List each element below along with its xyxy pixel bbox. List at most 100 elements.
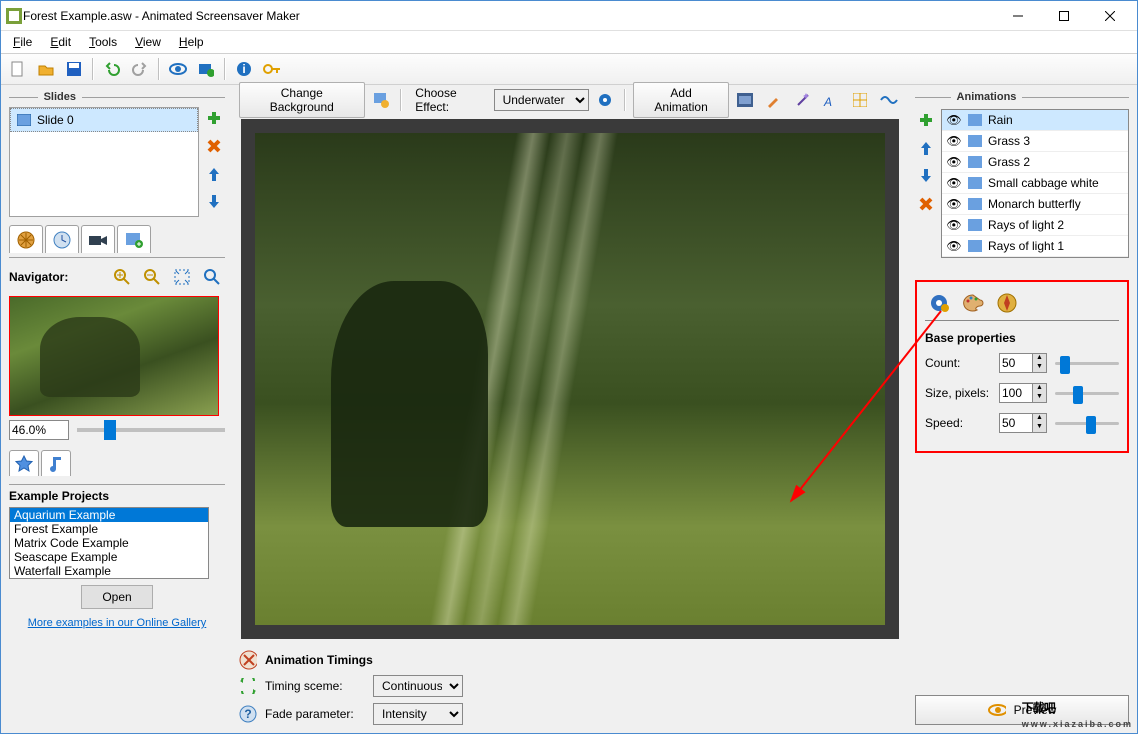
fade-select[interactable]: Intensity: [373, 703, 463, 725]
zoom-fit-button[interactable]: [169, 264, 195, 290]
redo-button[interactable]: [127, 56, 153, 82]
move-anim-down-button[interactable]: [915, 165, 937, 187]
eye-icon[interactable]: 👁: [946, 218, 962, 232]
prop-tab-compass[interactable]: [993, 290, 1021, 316]
slide-item-0[interactable]: Slide 0: [10, 108, 198, 132]
anim-film-button[interactable]: [733, 87, 758, 113]
eye-icon[interactable]: 👁: [946, 176, 962, 190]
slides-list[interactable]: Slide 0: [9, 107, 199, 217]
spin-down[interactable]: ▼: [1032, 423, 1046, 432]
open-example-button[interactable]: Open: [81, 585, 152, 609]
prop-tab-palette[interactable]: [959, 290, 987, 316]
tab-camera[interactable]: [81, 225, 115, 253]
speed-spinner[interactable]: ▲▼: [999, 413, 1047, 433]
count-slider[interactable]: [1055, 354, 1119, 372]
add-slide-button[interactable]: [203, 107, 225, 129]
maximize-button[interactable]: [1041, 1, 1087, 31]
add-anim-button[interactable]: [915, 109, 937, 131]
example-seascape[interactable]: Seascape Example: [10, 550, 208, 564]
svg-text:?: ?: [244, 707, 251, 721]
example-matrix[interactable]: Matrix Code Example: [10, 536, 208, 550]
menu-tools[interactable]: Tools: [81, 33, 125, 51]
eye-icon[interactable]: 👁: [946, 113, 962, 127]
spin-up[interactable]: ▲: [1032, 384, 1046, 393]
menu-file[interactable]: File: [5, 33, 40, 51]
tab-image-add[interactable]: [117, 225, 151, 253]
tab-music[interactable]: [41, 450, 71, 476]
save-button[interactable]: [61, 56, 87, 82]
anim-brush-button[interactable]: [761, 87, 786, 113]
zoom-in-button[interactable]: [109, 264, 135, 290]
anim-grid-button[interactable]: [848, 87, 873, 113]
anim-item-rays2[interactable]: 👁Rays of light 2: [942, 215, 1128, 236]
prop-tab-gear[interactable]: [925, 290, 953, 316]
timing-scheme-select[interactable]: Continuous: [373, 675, 463, 697]
info-button[interactable]: i: [231, 56, 257, 82]
anim-item-grass3[interactable]: 👁Grass 3: [942, 131, 1128, 152]
move-anim-up-button[interactable]: [915, 137, 937, 159]
menu-edit[interactable]: Edit: [42, 33, 79, 51]
example-forest[interactable]: Forest Example: [10, 522, 208, 536]
undo-button[interactable]: [99, 56, 125, 82]
preview-toolbar-button[interactable]: [165, 56, 191, 82]
anim-item-rays1[interactable]: 👁Rays of light 1: [942, 236, 1128, 257]
example-aquarium[interactable]: Aquarium Example: [10, 508, 208, 522]
zoom-100-button[interactable]: [199, 264, 225, 290]
size-slider[interactable]: [1055, 384, 1119, 402]
effect-select[interactable]: Underwater: [494, 89, 589, 111]
spin-down[interactable]: ▼: [1032, 363, 1046, 372]
menu-view[interactable]: View: [127, 33, 169, 51]
open-button[interactable]: [33, 56, 59, 82]
menu-help[interactable]: Help: [171, 33, 212, 51]
zoom-input[interactable]: [9, 420, 69, 440]
spin-up[interactable]: ▲: [1032, 354, 1046, 363]
tab-clock[interactable]: [45, 225, 79, 253]
move-slide-down-button[interactable]: [203, 191, 225, 213]
new-button[interactable]: [5, 56, 31, 82]
key-button[interactable]: [259, 56, 285, 82]
zoom-out-button[interactable]: [139, 264, 165, 290]
navigator-preview[interactable]: [9, 296, 219, 416]
anim-item-monarch[interactable]: 👁Monarch butterfly: [942, 194, 1128, 215]
change-background-button[interactable]: Change Background: [239, 82, 365, 118]
effect-settings-button[interactable]: [593, 87, 618, 113]
add-animation-button[interactable]: Add Animation: [633, 82, 728, 118]
base-properties-header: Base properties: [925, 331, 1119, 345]
fade-icon: ?: [239, 705, 257, 723]
eye-icon[interactable]: 👁: [946, 197, 962, 211]
background-options-button[interactable]: [369, 87, 394, 113]
tab-navigator[interactable]: [9, 225, 43, 253]
anim-wand-button[interactable]: [790, 87, 815, 113]
examples-list[interactable]: Aquarium Example Forest Example Matrix C…: [9, 507, 209, 579]
delete-anim-button[interactable]: [915, 193, 937, 215]
minimize-button[interactable]: [995, 1, 1041, 31]
gallery-link[interactable]: More examples in our Online Gallery: [9, 617, 225, 629]
animations-list[interactable]: 👁Rain 👁Grass 3 👁Grass 2 👁Small cabbage w…: [941, 109, 1129, 258]
example-waterfall[interactable]: Waterfall Example: [10, 564, 208, 578]
delete-slide-button[interactable]: [203, 135, 225, 157]
anim-item-rain[interactable]: 👁Rain: [942, 110, 1128, 131]
spin-up[interactable]: ▲: [1032, 414, 1046, 423]
eye-icon[interactable]: 👁: [946, 134, 962, 148]
zoom-slider[interactable]: [77, 428, 225, 432]
anim-wave-button[interactable]: [876, 87, 901, 113]
timing-scheme-icon: [239, 677, 257, 695]
eye-icon[interactable]: 👁: [946, 239, 962, 253]
anim-text-button[interactable]: A: [819, 87, 844, 113]
speed-slider[interactable]: [1055, 414, 1119, 432]
move-slide-up-button[interactable]: [203, 163, 225, 185]
main-toolbar: i: [1, 53, 1137, 85]
properties-box: Base properties Count: ▲▼ Size, pixels: …: [915, 280, 1129, 453]
size-spinner[interactable]: ▲▼: [999, 383, 1047, 403]
count-spinner[interactable]: ▲▼: [999, 353, 1047, 373]
tab-favorites[interactable]: [9, 450, 39, 476]
close-button[interactable]: [1087, 1, 1133, 31]
anim-item-grass2[interactable]: 👁Grass 2: [942, 152, 1128, 173]
canvas[interactable]: [241, 119, 899, 639]
anim-item-cabbage[interactable]: 👁Small cabbage white: [942, 173, 1128, 194]
export-button[interactable]: [193, 56, 219, 82]
eye-icon[interactable]: 👁: [946, 155, 962, 169]
timings-header: Animation Timings: [265, 653, 373, 667]
slide-icon: [15, 111, 33, 129]
spin-down[interactable]: ▼: [1032, 393, 1046, 402]
